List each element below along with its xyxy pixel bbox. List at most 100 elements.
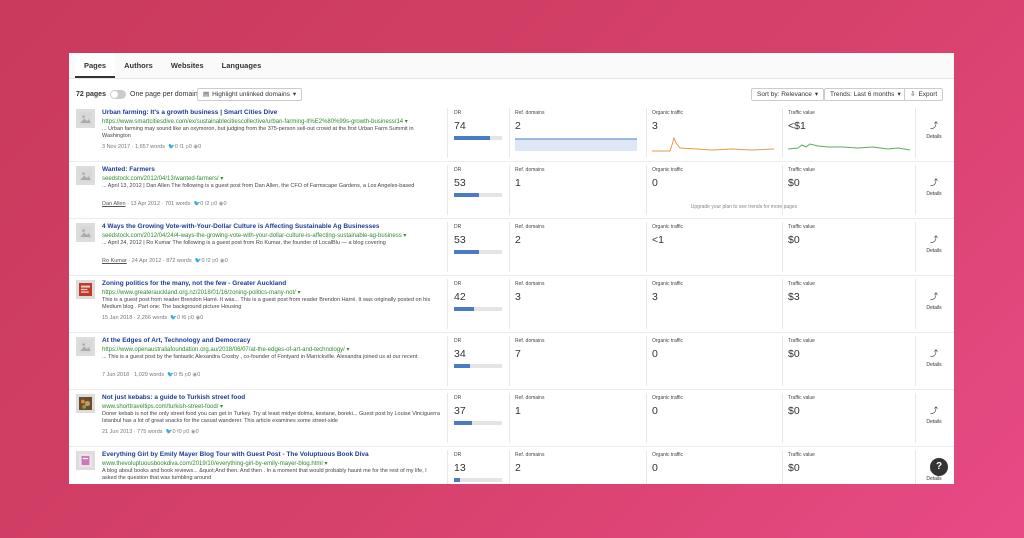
page-title-link[interactable]: Zoning politics for the many, not the fe… <box>102 280 286 287</box>
author-link[interactable]: Ro Kumar <box>102 258 127 264</box>
chevron-down-icon[interactable]: ▾ <box>218 404 223 410</box>
column-divider <box>915 108 916 158</box>
chevron-down-icon[interactable]: ▾ <box>402 233 406 239</box>
page-meta: 7 Jun 2018 · 1,029 words 🐦0 f5 p0 ◉0 <box>102 372 200 378</box>
chevron-down-icon[interactable]: ▾ <box>219 176 223 182</box>
column-divider <box>447 222 448 272</box>
page-url-link[interactable]: https://www.greaterauckland.org.nz/2018/… <box>102 289 300 296</box>
dr-bar-fill <box>454 193 480 197</box>
column-divider <box>782 393 783 443</box>
dr-bar <box>454 478 502 482</box>
traffic-value-label: Traffic value <box>788 281 815 287</box>
page-title-link[interactable]: Not just kebabs: a guide to Turkish stre… <box>102 394 245 401</box>
pinterest-count: 0 <box>190 315 194 321</box>
column-divider <box>782 222 783 272</box>
trend-chart-icon: ⤴ <box>930 121 938 130</box>
details-button[interactable]: ⤴ Details <box>920 350 948 369</box>
page-snippet: This is a guest post from reader Brendon… <box>102 297 431 311</box>
organic-traffic-value: 0 <box>652 177 658 189</box>
date-words: 3 Nov 2017 · 1,657 words <box>102 144 165 150</box>
details-button[interactable]: ⤴ Details <box>920 235 948 255</box>
red-article-thumbnail <box>76 280 95 299</box>
social-counts: 🐦0 f1 p0 ◉0 <box>165 144 201 150</box>
organic-traffic-cell: Organic traffic 0 <box>652 452 774 474</box>
organic-traffic-value: 0 <box>652 348 658 360</box>
page-url-link[interactable]: seedstock.com/2012/04/13/wanted-farmers/… <box>102 175 223 182</box>
details-button[interactable]: ⤴ Details <box>920 293 948 312</box>
chevron-down-icon[interactable]: ▾ <box>323 461 327 467</box>
trends-dropdown[interactable]: Trends: Last 6 months ▾ <box>824 88 907 101</box>
column-divider <box>509 279 510 329</box>
chevron-down-icon[interactable]: ▾ <box>345 347 349 353</box>
help-button[interactable]: ? <box>930 458 948 476</box>
food-photo-thumbnail <box>76 394 95 413</box>
sort-dropdown[interactable]: Sort by: Relevance ▾ <box>751 88 825 101</box>
ref-domains-value: 2 <box>515 120 521 132</box>
twitter-count: 0 <box>174 144 178 150</box>
chevron-down-icon[interactable]: ▾ <box>403 119 408 125</box>
chevron-down-icon: ▾ <box>292 91 297 98</box>
tab-pages[interactable]: Pages <box>75 53 116 78</box>
dr-bar-fill <box>454 307 475 311</box>
page-url-link[interactable]: https://www.smartcitiesdive.com/ex/susta… <box>102 118 408 125</box>
page-url-link[interactable]: www.thevoluptuousbookdiva.com/2019/10/ev… <box>102 460 327 467</box>
traffic-value-cell: Traffic value $3 <box>788 281 910 303</box>
ref-domains-cell: Ref. domains 1 <box>515 395 637 417</box>
chevron-down-icon[interactable]: ▾ <box>296 290 300 296</box>
column-divider <box>447 108 448 158</box>
reddit-count: 0 <box>224 258 228 264</box>
traffic-value-label: Traffic value <box>788 167 815 173</box>
organic-traffic-label: Organic traffic <box>652 281 684 287</box>
page-url-link[interactable]: https://www.openaustraliafoundation.org.… <box>102 346 350 353</box>
facebook-count: 2 <box>206 201 210 207</box>
reddit-count: 0 <box>195 429 199 435</box>
facebook-count: 0 <box>178 429 182 435</box>
table-row: Wanted: Farmers seedstock.com/2012/04/13/… <box>69 162 954 219</box>
details-button[interactable]: ⤴ Details <box>920 179 948 198</box>
ref-domains-cell: Ref. domains 1 <box>515 167 637 189</box>
tab-websites[interactable]: Websites <box>162 53 213 78</box>
organic-traffic-cell: Organic traffic 0 <box>652 395 774 417</box>
dr-cell: DR 53 <box>454 224 504 254</box>
tab-languages[interactable]: Languages <box>213 53 271 78</box>
dr-bar-fill <box>454 421 472 425</box>
tab-bar: Pages Authors Websites Languages <box>69 53 954 79</box>
highlight-unlinked-dropdown[interactable]: ▤ Highlight unlinked domains ▾ <box>197 88 303 101</box>
dr-bar-fill <box>454 250 480 254</box>
upgrade-note: Upgrade your plan to see trends for more… <box>690 204 798 210</box>
dr-label: DR <box>454 167 462 173</box>
traffic-value-value: <$1 <box>788 120 806 132</box>
page-url-link[interactable]: www.shorttraveltips.com/turkish-street-f… <box>102 403 223 410</box>
page-title-link[interactable]: 4 Ways the Growing Vote-with-Your-Dollar… <box>102 223 380 230</box>
traffic-value-value: $0 <box>788 177 800 189</box>
page-title-link[interactable]: At the Edges of Art, Technology and Demo… <box>102 337 250 344</box>
traffic-value-cell: Traffic value $0 <box>788 224 910 246</box>
column-divider <box>509 222 510 272</box>
page-title-link[interactable]: Wanted: Farmers <box>102 166 155 173</box>
ref-domains-value: 2 <box>515 462 521 474</box>
dr-label: DR <box>454 224 462 230</box>
page-title-link[interactable]: Urban farming: It's a growth business | … <box>102 109 277 116</box>
tab-authors[interactable]: Authors <box>115 53 162 78</box>
export-button[interactable]: ⇩ Export <box>904 88 944 101</box>
trend-chart-icon: ⤴ <box>930 235 938 244</box>
ref-domains-cell: Ref. domains 2 <box>515 452 637 474</box>
column-divider <box>915 222 916 272</box>
date-words: · 24 Apr 2012 · 872 words <box>128 258 192 264</box>
reddit-count: 0 <box>223 201 227 207</box>
column-divider <box>646 450 647 484</box>
ref-domains-value: 3 <box>515 291 521 303</box>
column-divider <box>915 165 916 215</box>
page-url-link[interactable]: seedstock.com/2012/04/24/4-ways-the-grow… <box>102 232 406 239</box>
author-link[interactable]: Dan Allen <box>102 201 126 207</box>
dr-bar <box>454 193 502 197</box>
dr-value: 37 <box>454 405 466 417</box>
reddit-count: 0 <box>200 315 204 321</box>
placeholder-image-icon <box>76 337 95 356</box>
dr-value: 42 <box>454 291 466 303</box>
details-button[interactable]: ⤴ Details <box>920 407 948 426</box>
one-per-domain-toggle[interactable] <box>110 90 126 99</box>
page-title-link[interactable]: Everything Girl by Emily Mayer Blog Tour… <box>102 451 369 458</box>
column-divider <box>915 450 916 484</box>
details-button[interactable]: ⤴ Details <box>920 121 948 141</box>
